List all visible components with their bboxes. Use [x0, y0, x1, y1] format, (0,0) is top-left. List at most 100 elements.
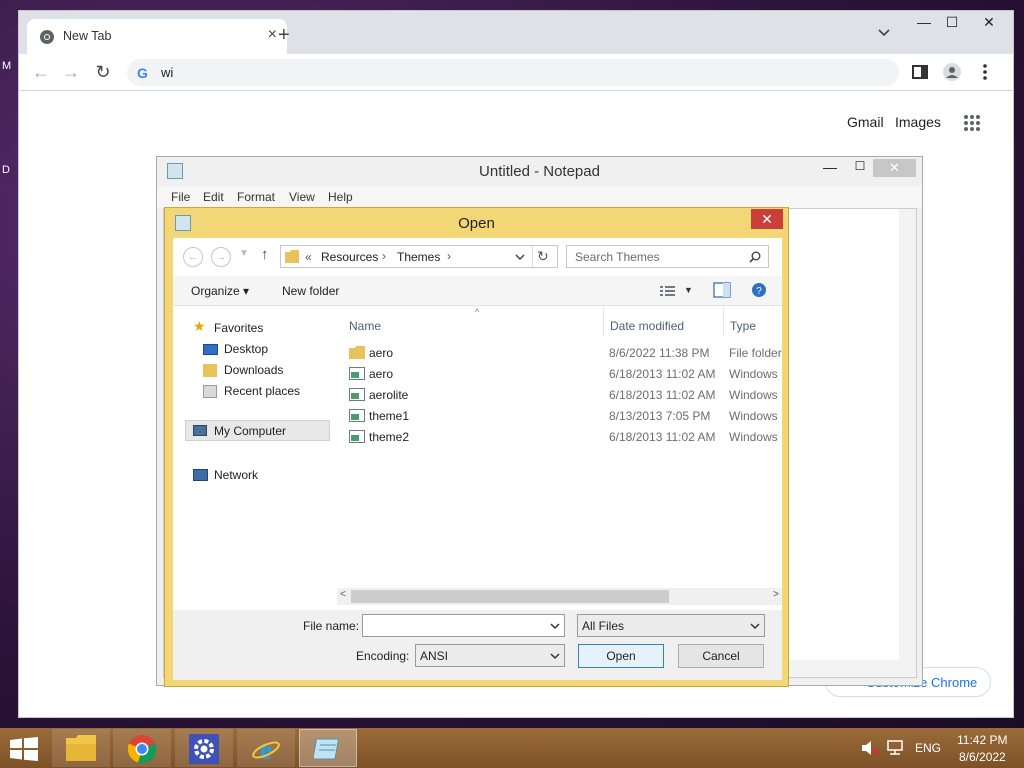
- nav-item-desktop[interactable]: Desktop: [203, 340, 333, 358]
- theme-file-icon: [349, 409, 365, 422]
- change-view-icon[interactable]: [659, 284, 677, 298]
- taskbar-file-explorer[interactable]: [52, 729, 110, 767]
- new-folder-button[interactable]: New folder: [282, 284, 339, 298]
- file-date: 8/13/2013 7:05 PM: [609, 409, 711, 423]
- file-row[interactable]: aero 8/6/2022 11:38 PM File folder: [347, 343, 782, 363]
- preview-pane-icon[interactable]: [713, 282, 731, 298]
- forward-arrow-icon[interactable]: →: [211, 247, 231, 267]
- menu-help[interactable]: Help: [328, 190, 353, 204]
- encoding-select[interactable]: ANSI: [415, 644, 565, 667]
- chevron-down-icon[interactable]: [515, 253, 525, 261]
- taskbar-settings[interactable]: [175, 729, 233, 767]
- file-row[interactable]: aerolite 6/18/2013 11:02 AM Windows: [347, 385, 778, 405]
- file-row[interactable]: theme1 8/13/2013 7:05 PM Windows: [347, 406, 778, 426]
- windows-start-icon[interactable]: [10, 737, 38, 761]
- chevron-down-icon[interactable]: [550, 652, 560, 660]
- forward-arrow-icon[interactable]: →: [59, 61, 83, 85]
- menu-format[interactable]: Format: [237, 190, 275, 204]
- notepad-minimize-button[interactable]: —: [817, 159, 843, 177]
- file-name-label: File name:: [303, 619, 360, 633]
- chrome-menu-icon[interactable]: [975, 62, 995, 82]
- menu-edit[interactable]: Edit: [203, 190, 224, 204]
- side-panel-icon[interactable]: [910, 62, 930, 82]
- breadcrumb-separator-icon[interactable]: ›: [447, 249, 451, 263]
- search-input[interactable]: Search Themes: [566, 245, 769, 268]
- file-type-filter-select[interactable]: All Files: [577, 614, 765, 637]
- column-header-type[interactable]: Type: [730, 319, 756, 333]
- help-icon[interactable]: ?: [751, 282, 767, 298]
- dialog-close-button[interactable]: ✕: [751, 209, 783, 229]
- file-name: theme1: [369, 409, 410, 423]
- google-apps-icon[interactable]: [963, 114, 981, 132]
- tab-new-tab[interactable]: New Tab ×: [27, 19, 287, 54]
- breadcrumb-item-resources[interactable]: Resources: [321, 250, 378, 264]
- taskbar-internet-explorer[interactable]: e: [237, 729, 295, 767]
- close-window-button[interactable]: ✕: [969, 11, 1009, 35]
- file-date: 8/6/2022 11:38 PM: [609, 346, 710, 360]
- settings-gear-icon: [189, 734, 219, 764]
- maximize-button[interactable]: ☐: [935, 11, 969, 35]
- profile-avatar-icon[interactable]: [942, 62, 962, 82]
- navigation-pane: ★ Favorites Desktop Downloads Recent pla…: [173, 307, 338, 596]
- omnibox[interactable]: G wi: [127, 59, 899, 86]
- breadcrumb-item-themes[interactable]: Themes: [397, 250, 440, 264]
- chevron-down-icon[interactable]: [750, 622, 760, 630]
- breadcrumb-separator-icon[interactable]: ›: [382, 249, 386, 263]
- search-icon[interactable]: [749, 251, 761, 263]
- scroll-right-arrow-icon[interactable]: >: [773, 589, 779, 600]
- nav-item-network[interactable]: Network: [193, 466, 333, 484]
- refresh-icon[interactable]: ↻: [537, 248, 549, 265]
- column-header-date-modified[interactable]: Date modified: [610, 319, 684, 333]
- file-name-field[interactable]: [362, 614, 565, 637]
- menu-file[interactable]: File: [171, 190, 190, 204]
- scroll-left-arrow-icon[interactable]: <: [340, 589, 346, 600]
- scrollbar-thumb[interactable]: [351, 590, 669, 603]
- back-arrow-icon[interactable]: ←: [183, 247, 203, 267]
- up-arrow-icon[interactable]: ↑: [261, 246, 269, 263]
- taskbar-notepad[interactable]: [299, 729, 357, 767]
- notepad-vertical-scrollbar[interactable]: [899, 209, 916, 677]
- column-header-name[interactable]: Name: [349, 319, 381, 333]
- back-arrow-icon[interactable]: ←: [29, 61, 53, 85]
- cancel-button[interactable]: Cancel: [678, 644, 764, 668]
- open-button[interactable]: Open: [578, 644, 664, 668]
- nav-label: Recent places: [224, 384, 301, 398]
- gmail-link[interactable]: Gmail: [847, 114, 884, 130]
- reload-icon[interactable]: ↻: [91, 61, 115, 85]
- nav-item-recent-places[interactable]: Recent places: [203, 382, 333, 400]
- notepad-maximize-button[interactable]: ☐: [847, 159, 873, 177]
- taskbar-chrome[interactable]: [113, 729, 171, 767]
- input-language[interactable]: ENG: [915, 741, 941, 755]
- volume-muted-icon[interactable]: [861, 740, 879, 756]
- nav-item-downloads[interactable]: Downloads: [203, 361, 333, 379]
- notepad-menubar: File Edit Format View Help: [157, 186, 922, 208]
- notepad-close-button[interactable]: ✕: [873, 159, 916, 177]
- clock-time[interactable]: 11:42 PM: [957, 733, 1007, 747]
- file-date: 6/18/2013 11:02 AM: [609, 430, 716, 444]
- view-options-chevron-icon[interactable]: ▼: [684, 285, 693, 295]
- notepad-titlebar[interactable]: Untitled - Notepad — ☐ ✕: [157, 157, 922, 186]
- file-row[interactable]: theme2 6/18/2013 11:02 AM Windows: [347, 427, 778, 447]
- downloads-folder-icon: [203, 364, 217, 377]
- clock-date[interactable]: 8/6/2022: [959, 750, 1006, 764]
- horizontal-scrollbar[interactable]: < >: [337, 588, 782, 605]
- menu-view[interactable]: View: [289, 190, 315, 204]
- omnibox-text[interactable]: wi: [161, 65, 173, 80]
- column-divider[interactable]: [723, 307, 724, 337]
- breadcrumb-overflow[interactable]: «: [305, 250, 312, 264]
- notepad-title: Untitled - Notepad: [479, 163, 600, 180]
- images-link[interactable]: Images: [895, 114, 941, 130]
- tab-close-icon[interactable]: ×: [268, 26, 277, 44]
- breadcrumb[interactable]: « Resources › Themes › ↻: [280, 245, 558, 268]
- tab-search-chevron-icon[interactable]: [877, 27, 891, 39]
- nav-item-favorites[interactable]: ★ Favorites: [193, 318, 333, 337]
- file-row[interactable]: aero 6/18/2013 11:02 AM Windows: [347, 364, 778, 384]
- nav-item-my-computer[interactable]: My Computer: [185, 420, 330, 441]
- chevron-down-icon[interactable]: [550, 622, 560, 630]
- organize-button[interactable]: Organize ▾: [191, 284, 249, 298]
- recent-locations-chevron-icon[interactable]: ▼: [239, 248, 249, 259]
- new-tab-button[interactable]: +: [278, 24, 290, 47]
- network-tray-icon[interactable]: [886, 740, 904, 756]
- column-divider[interactable]: [603, 307, 604, 337]
- notepad-icon: [314, 738, 340, 760]
